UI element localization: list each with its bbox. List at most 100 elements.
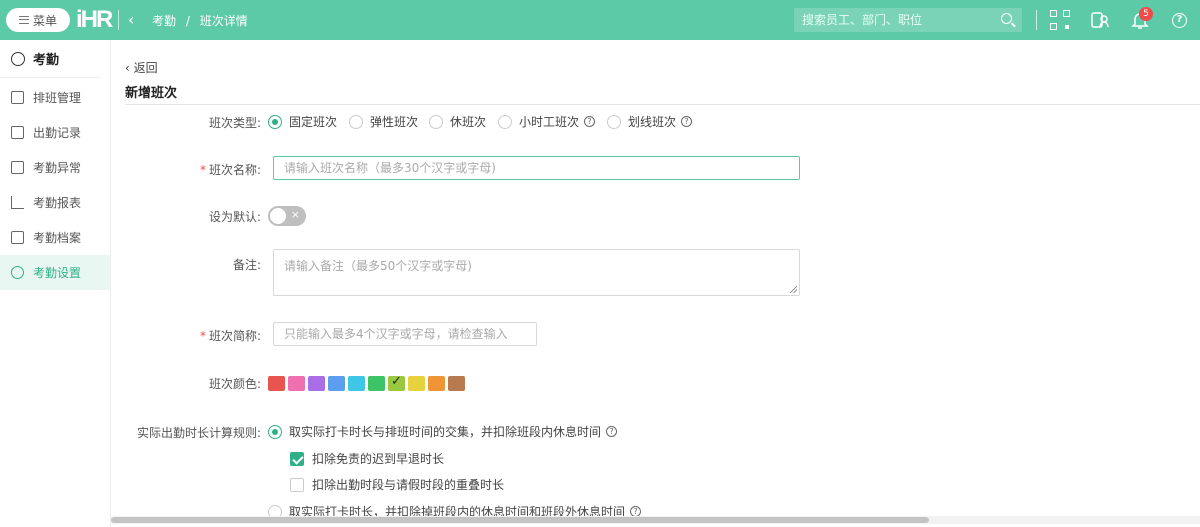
sidebar-title: 考勤 xyxy=(0,40,100,78)
chevron-left-icon[interactable]: ‹ xyxy=(128,10,134,30)
search-placeholder: 搜索员工、部门、职位 xyxy=(802,13,923,27)
help-icon[interactable]: ? xyxy=(584,116,596,127)
help-icon[interactable]: ? xyxy=(681,116,693,127)
color-swatch[interactable] xyxy=(388,374,405,391)
chevron-left-icon: ‹ xyxy=(125,61,134,75)
radio-label: 弹性班次 xyxy=(370,115,419,129)
settings-icon xyxy=(11,266,24,279)
checkbox-deduct-late[interactable]: 扣除免责的迟到早退时长 xyxy=(290,450,444,467)
shift-name-label-text: 班次名称: xyxy=(208,163,261,177)
radio-circle[interactable] xyxy=(268,424,282,439)
shift-name-label: * 班次名称: xyxy=(111,161,261,178)
color-swatch[interactable] xyxy=(448,376,465,391)
color-swatches xyxy=(268,374,465,391)
radio-circle[interactable] xyxy=(498,114,512,129)
radio-circle[interactable] xyxy=(429,114,443,129)
breadcrumb-current: 班次详情 xyxy=(199,14,248,28)
scrollbar-thumb[interactable] xyxy=(111,517,929,523)
sidebar-item-label: 考勤报表 xyxy=(33,196,82,210)
organization-icon[interactable] xyxy=(1090,10,1110,30)
schedule-icon xyxy=(11,91,24,104)
default-label: 设为默认: xyxy=(208,210,261,224)
radio-label: 固定班次 xyxy=(289,115,338,129)
resize-handle[interactable] xyxy=(790,286,797,293)
sidebar-item-label: 考勤设置 xyxy=(33,266,82,280)
short-name-label: * 班次简称: xyxy=(111,327,261,344)
radio-label: 划线班次 xyxy=(628,115,677,129)
clock-icon xyxy=(11,51,25,66)
color-swatch[interactable] xyxy=(268,376,285,391)
help-icon[interactable]: ? xyxy=(1172,13,1187,28)
breadcrumb-item[interactable]: 考勤 xyxy=(152,14,176,28)
radio-label: 休班次 xyxy=(450,115,487,129)
calc-rule-label: 实际出勤时长计算规则: xyxy=(136,426,261,440)
close-icon: × xyxy=(290,208,300,221)
search-icon[interactable] xyxy=(1001,13,1012,24)
default-toggle[interactable]: × xyxy=(268,206,306,226)
sidebar-item-label: 考勤异常 xyxy=(33,161,82,175)
sidebar-item-label: 考勤档案 xyxy=(33,231,82,245)
radio-circle[interactable] xyxy=(349,114,363,129)
radio-circle[interactable] xyxy=(607,114,621,129)
sidebar-item-reports[interactable]: 考勤报表 xyxy=(0,185,110,220)
sidebar-item-schedule[interactable]: 排班管理 xyxy=(0,80,110,115)
radio-circle[interactable] xyxy=(268,114,282,129)
back-label: 返回 xyxy=(133,61,158,75)
color-swatch[interactable] xyxy=(328,376,345,391)
sidebar-title-label: 考勤 xyxy=(33,53,60,68)
color-swatch[interactable] xyxy=(408,376,425,391)
color-label: 班次颜色: xyxy=(208,377,261,391)
color-swatch[interactable] xyxy=(428,376,445,391)
breadcrumb-separator: / xyxy=(185,14,190,28)
sidebar-item-exceptions[interactable]: 考勤异常 xyxy=(0,150,110,185)
checkbox-box[interactable] xyxy=(290,451,304,466)
color-swatch[interactable] xyxy=(288,376,305,391)
horizontal-scrollbar[interactable] xyxy=(111,516,1200,524)
remark-label: 备注: xyxy=(232,258,261,272)
radio-line-shift[interactable]: 划线班次 ? xyxy=(607,113,693,130)
search-input[interactable]: 搜索员工、部门、职位 xyxy=(794,8,1022,32)
qrcode-icon[interactable] xyxy=(1050,10,1070,30)
remark-placeholder: 请输入备注（最多50个汉字或字母) xyxy=(284,259,472,273)
radio-fixed-shift[interactable]: 固定班次 xyxy=(268,113,337,130)
breadcrumb: 考勤 / 班次详情 xyxy=(152,12,254,29)
checkbox-deduct-overlap[interactable]: 扣除出勤时段与请假时段的重叠时长 xyxy=(290,476,504,493)
radio-label: 取实际打卡时长与排班时间的交集，并扣除班段内休息时间 xyxy=(289,425,602,439)
short-name-label-text: 班次简称: xyxy=(208,329,261,343)
color-swatch[interactable] xyxy=(368,376,385,391)
color-swatch[interactable] xyxy=(308,376,325,391)
divider xyxy=(1036,10,1037,30)
main-content: ‹ 返回 新增班次 班次类型: 固定班次 弹性班次 休班次 小时工班次 ? 划线… xyxy=(111,40,1200,527)
menu-button[interactable]: 菜单 xyxy=(6,8,70,32)
exception-icon xyxy=(11,161,24,174)
menu-icon xyxy=(18,16,29,24)
checkbox-box[interactable] xyxy=(290,477,304,492)
sidebar-item-label: 排班管理 xyxy=(33,91,82,105)
radio-flexible-shift[interactable]: 弹性班次 xyxy=(349,113,418,130)
archive-icon xyxy=(11,231,24,244)
required-mark: * xyxy=(199,163,206,177)
app-logo[interactable]: iHR xyxy=(76,6,118,34)
radio-hourly-shift[interactable]: 小时工班次 ? xyxy=(498,113,596,130)
divider xyxy=(118,10,119,30)
color-swatch[interactable] xyxy=(348,376,365,391)
sidebar-item-settings[interactable]: 考勤设置 xyxy=(0,255,110,290)
radio-label: 小时工班次 xyxy=(519,115,580,129)
radio-calc-intersection[interactable]: 取实际打卡时长与排班时间的交集，并扣除班段内休息时间 ? xyxy=(268,423,618,440)
notification-badge: 5 xyxy=(1139,7,1153,21)
required-mark: * xyxy=(199,329,206,343)
help-icon[interactable]: ? xyxy=(606,426,618,437)
sidebar-item-label: 出勤记录 xyxy=(33,126,82,140)
back-link[interactable]: ‹ 返回 xyxy=(125,59,158,76)
sidebar: 考勤 排班管理 出勤记录 考勤异常 考勤报表 考勤档案 考勤设置 xyxy=(0,40,111,527)
radio-rest-shift[interactable]: 休班次 xyxy=(429,113,486,130)
remark-textarea[interactable]: 请输入备注（最多50个汉字或字母) xyxy=(273,249,800,296)
menu-label: 菜单 xyxy=(32,13,57,28)
shift-type-label: 班次类型: xyxy=(208,116,261,130)
sidebar-item-records[interactable]: 出勤记录 xyxy=(0,115,110,150)
short-name-input[interactable]: 只能输入最多4个汉字或字母，请检查输入 xyxy=(273,322,537,346)
shift-name-input[interactable]: 请输入班次名称（最多30个汉字或字母) xyxy=(273,156,800,180)
sidebar-item-archive[interactable]: 考勤档案 xyxy=(0,220,110,255)
divider xyxy=(125,104,1200,105)
chart-icon xyxy=(11,196,24,209)
